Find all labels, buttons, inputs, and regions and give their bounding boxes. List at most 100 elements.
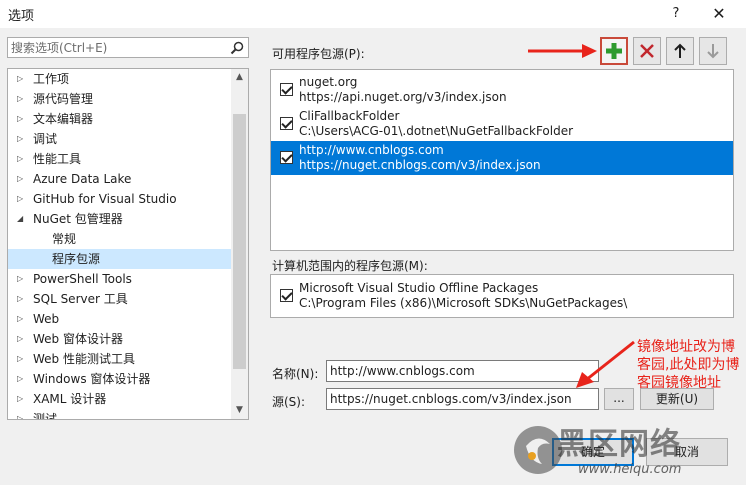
help-button[interactable]: ? <box>665 3 687 25</box>
source-field[interactable]: https://nuget.cnblogs.com/v3/index.json <box>326 388 599 410</box>
tree-item[interactable]: ▷ 测试 <box>8 409 232 420</box>
source-url: C:\Users\ACG-01\.dotnet\NuGetFallbackFol… <box>299 124 574 138</box>
machine-sources-label: 计算机范围内的程序包源(M): <box>272 259 428 273</box>
tree-item[interactable]: 常规 <box>8 229 232 249</box>
tree-item-label: 源代码管理 <box>33 92 94 106</box>
delete-x-icon <box>640 44 654 58</box>
collapsed-arrow-icon[interactable]: ▷ <box>17 389 27 409</box>
source-label: 源(S): <box>272 395 306 409</box>
collapsed-arrow-icon[interactable]: ▷ <box>17 129 27 149</box>
tree-item[interactable]: ▷ Azure Data Lake <box>8 169 232 189</box>
collapsed-arrow-icon[interactable]: ▷ <box>17 329 27 349</box>
machine-sources-list: Microsoft Visual Studio Offline Packages… <box>270 274 734 318</box>
source-name: Microsoft Visual Studio Offline Packages <box>299 281 539 295</box>
tree-item-label: 常规 <box>52 232 77 246</box>
add-source-button[interactable] <box>600 37 628 65</box>
tree-item-label: Windows 窗体设计器 <box>33 372 151 386</box>
tree-item[interactable]: ▷ Windows 窗体设计器 <box>8 369 232 389</box>
tree-item-label: Web 窗体设计器 <box>33 332 123 346</box>
collapsed-arrow-icon[interactable]: ▷ <box>17 309 27 329</box>
watermark-title: 黑区网络 <box>557 427 681 462</box>
scroll-down-icon[interactable]: ▼ <box>231 402 248 419</box>
tree-item[interactable]: ▷ Web <box>8 309 232 329</box>
collapsed-arrow-icon[interactable]: ▷ <box>17 349 27 369</box>
tree-item[interactable]: ▷ 性能工具 <box>8 149 232 169</box>
tree-item[interactable]: ▷ 源代码管理 <box>8 89 232 109</box>
collapsed-arrow-icon[interactable]: ▷ <box>17 109 27 129</box>
package-sources-list: nuget.org https://api.nuget.org/v3/index.… <box>270 69 734 251</box>
source-row[interactable]: http://www.cnblogs.com https://nuget.cnbl… <box>271 141 733 175</box>
tree-item[interactable]: ▷ PowerShell Tools <box>8 269 232 289</box>
tree-item-label: 测试 <box>33 412 58 420</box>
annotation-note: 镜像地址改为博客园,此处即为博客园镜像地址 <box>637 339 740 391</box>
search-input[interactable] <box>11 39 221 56</box>
red-arrow-icon <box>528 44 597 58</box>
tree-item-label: Web 性能测试工具 <box>33 352 135 366</box>
options-tree: ▷ 工作项 ▷ 源代码管理 ▷ 文本编辑器 ▷ 调试 ▷ 性能工具 ▷ Azure Data Lake… <box>7 68 249 420</box>
tree-item[interactable]: ▷ Web 性能测试工具 <box>8 349 232 369</box>
source-checkbox[interactable] <box>280 151 293 164</box>
tree-item-label: Web <box>33 312 60 326</box>
tree-item-label: Azure Data Lake <box>33 172 132 186</box>
tree-item[interactable]: 程序包源 <box>8 249 232 269</box>
tree-item-label: SQL Server 工具 <box>33 292 128 306</box>
tree-scrollbar[interactable]: ▲ ▼ <box>231 69 248 419</box>
source-url: https://api.nuget.org/v3/index.json <box>299 90 507 104</box>
tree-item[interactable]: ◢ NuGet 包管理器 <box>8 209 232 229</box>
tree-item[interactable]: ▷ Web 窗体设计器 <box>8 329 232 349</box>
annotation-arrow-icon <box>576 340 635 388</box>
arrow-up-icon <box>674 43 686 58</box>
source-name: nuget.org <box>299 75 358 89</box>
tree-item[interactable]: ▷ XAML 设计器 <box>8 389 232 409</box>
expanded-arrow-icon[interactable]: ◢ <box>17 209 27 229</box>
source-name: http://www.cnblogs.com <box>299 143 444 157</box>
source-url: https://nuget.cnblogs.com/v3/index.json <box>299 158 541 172</box>
tree-item-label: 性能工具 <box>33 152 82 166</box>
source-url: C:\Program Files (x86)\Microsoft SDKs\Nu… <box>299 296 628 310</box>
source-checkbox[interactable] <box>280 83 293 96</box>
move-down-button[interactable] <box>699 37 727 65</box>
tree-item-label: XAML 设计器 <box>33 392 107 406</box>
source-checkbox[interactable] <box>280 289 293 302</box>
tree-item-label: NuGet 包管理器 <box>33 212 123 226</box>
tree-item-label: GitHub for Visual Studio <box>33 192 177 206</box>
watermark-url: www.heiqu.com <box>578 462 682 477</box>
scroll-up-icon[interactable]: ▲ <box>231 69 248 86</box>
browse-button[interactable]: ... <box>604 388 634 410</box>
collapsed-arrow-icon[interactable]: ▷ <box>17 89 27 109</box>
plus-icon <box>606 43 622 59</box>
arrow-down-icon <box>707 44 719 59</box>
tree-item[interactable]: ▷ GitHub for Visual Studio <box>8 189 232 209</box>
tree-item[interactable]: ▷ 文本编辑器 <box>8 109 232 129</box>
remove-source-button[interactable] <box>633 37 661 65</box>
name-field[interactable]: http://www.cnblogs.com <box>326 360 599 382</box>
tree-item[interactable]: ▷ SQL Server 工具 <box>8 289 232 309</box>
title-bar: 选项 ? ✕ <box>0 0 746 28</box>
window-title: 选项 <box>8 9 35 24</box>
source-row[interactable]: Microsoft Visual Studio Offline Packages… <box>271 279 733 313</box>
collapsed-arrow-icon[interactable]: ▷ <box>17 169 27 189</box>
tree-item-label: 程序包源 <box>52 252 101 266</box>
name-label: 名称(N): <box>272 367 319 381</box>
source-name: CliFallbackFolder <box>299 109 400 123</box>
source-checkbox[interactable] <box>280 117 293 130</box>
source-row[interactable]: nuget.org https://api.nuget.org/v3/index.… <box>271 73 733 107</box>
collapsed-arrow-icon[interactable]: ▷ <box>17 289 27 309</box>
collapsed-arrow-icon[interactable]: ▷ <box>17 269 27 289</box>
close-button[interactable]: ✕ <box>706 3 732 25</box>
collapsed-arrow-icon[interactable]: ▷ <box>17 369 27 389</box>
collapsed-arrow-icon[interactable]: ▷ <box>17 69 27 89</box>
tree-item[interactable]: ▷ 调试 <box>8 129 232 149</box>
tree-item-label: 文本编辑器 <box>33 112 94 126</box>
source-row[interactable]: CliFallbackFolder C:\Users\ACG-01\.dotnet… <box>271 107 733 141</box>
search-icon[interactable] <box>230 41 244 55</box>
collapsed-arrow-icon[interactable]: ▷ <box>17 149 27 169</box>
tree-item[interactable]: ▷ 工作项 <box>8 69 232 89</box>
collapsed-arrow-icon[interactable]: ▷ <box>17 409 27 419</box>
move-up-button[interactable] <box>666 37 694 65</box>
collapsed-arrow-icon[interactable]: ▷ <box>17 189 27 209</box>
tree-item-label: PowerShell Tools <box>33 272 132 286</box>
scroll-thumb[interactable] <box>233 114 246 369</box>
tree-item-label: 调试 <box>33 132 58 146</box>
available-sources-label: 可用程序包源(P): <box>272 47 365 61</box>
